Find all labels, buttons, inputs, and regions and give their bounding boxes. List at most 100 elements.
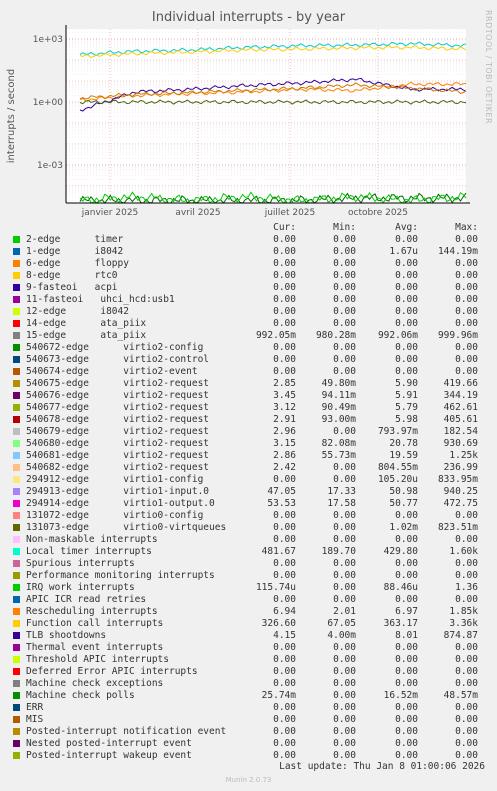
legend-swatch	[13, 236, 20, 243]
legend-value-cur: 0.00	[273, 558, 296, 569]
legend-header-cell: Max:	[455, 222, 478, 233]
legend-table: Cur: Min: Avg: Max: 2-edge timer 0.00 0.00 0.00…	[12, 222, 486, 762]
legend-series-name: Non-maskable interrupts	[26, 534, 158, 545]
legend-value-cur: 115.74u	[255, 582, 296, 593]
legend-series-name: 294912-edge virtio1-config	[26, 474, 204, 485]
x-tick-label: octobre 2025	[348, 208, 408, 218]
legend-value-cur: 3.45	[273, 390, 296, 401]
legend-series-name: ERR	[26, 702, 44, 713]
legend-value-cur: 0.00	[273, 738, 296, 749]
legend-series-name: 294913-edge virtio1-input.0	[26, 486, 210, 497]
legend-row: IRQ work interrupts 115.74u 0.00 88.46u 1.36	[12, 582, 486, 594]
legend-swatch	[13, 692, 20, 699]
legend-value-avg: 0.00	[395, 258, 418, 269]
chart-plot: 1e+03 1e+00 1e-03 janvier 2025 avril 2025 jui…	[6, 25, 470, 218]
munin-version: Munin 2.0.73	[225, 776, 272, 784]
legend-swatch	[13, 320, 20, 327]
legend-value-max: 0.00	[455, 666, 478, 677]
legend-row: ERR 0.00 0.00 0.00 0.00	[12, 702, 486, 714]
legend-value-max: 0.00	[455, 594, 478, 605]
legend-swatch	[13, 608, 20, 615]
legend-row: 2-edge timer 0.00 0.00 0.00 0.00	[12, 234, 486, 246]
legend-value-min: 55.73m	[321, 450, 356, 461]
legend-swatch	[13, 464, 20, 471]
y-axis-label: interrupts / second	[6, 69, 17, 163]
legend-value-cur: 0.00	[273, 354, 296, 365]
legend-value-min: 0.00	[333, 366, 356, 377]
legend-value-avg: 50.77	[389, 498, 418, 509]
legend-value-cur: 481.67	[261, 546, 296, 557]
legend-value-min: 0.00	[333, 354, 356, 365]
legend-value-min: 0.00	[333, 462, 356, 473]
legend-value-cur: 0.00	[273, 258, 296, 269]
legend-value-max: 0.00	[455, 726, 478, 737]
legend-value-cur: 0.00	[273, 654, 296, 665]
legend-value-avg: 804.55m	[377, 462, 418, 473]
legend-value-min: 0.00	[333, 714, 356, 725]
legend-value-max: 0.00	[455, 570, 478, 581]
legend-row: 11-fasteoi uhci_hcd:usb1 0.00 0.00 0.00 0.00	[12, 294, 486, 306]
legend-value-max: 0.00	[455, 318, 478, 329]
legend-row: Performance monitoring interrupts 0.00 0.0…	[12, 570, 486, 582]
legend-series-name: Function call interrupts	[26, 618, 164, 629]
legend-swatch	[13, 572, 20, 579]
legend-value-max: 0.00	[455, 510, 478, 521]
legend-series-name: Posted-interrupt notification event	[26, 726, 227, 737]
legend-swatch	[13, 488, 20, 495]
legend-swatch	[13, 476, 20, 483]
legend-value-min: 0.00	[333, 426, 356, 437]
legend-series-name: 540672-edge virtio2-config	[26, 342, 204, 353]
legend-value-avg: 0.00	[395, 558, 418, 569]
legend-value-avg: 0.00	[395, 642, 418, 653]
legend-row: Thermal event interrupts 0.00 0.00 0.00 0.00	[12, 642, 486, 654]
legend-series-name: Machine check exceptions	[26, 678, 164, 689]
legend-swatch	[13, 356, 20, 363]
legend-row: 131073-edge virtio0-virtqueues 0.00 0.00 1.…	[12, 522, 486, 534]
legend-swatch	[13, 632, 20, 639]
legend-series-name: Performance monitoring interrupts	[26, 570, 215, 581]
y-tick-label: 1e-03	[37, 161, 63, 171]
legend-value-min: 0.00	[333, 678, 356, 689]
legend-series-name: Machine check polls	[26, 690, 135, 701]
legend-swatch	[13, 620, 20, 627]
legend-value-avg: 429.80	[383, 546, 418, 557]
legend-swatch	[13, 260, 20, 267]
legend-value-min: 0.00	[333, 246, 356, 257]
legend-value-min: 0.00	[333, 474, 356, 485]
legend-value-max: 0.00	[455, 294, 478, 305]
legend-series-name: Thermal event interrupts	[26, 642, 164, 653]
legend-row: 12-edge i8042 0.00 0.00 0.00 0.00	[12, 306, 486, 318]
legend-value-cur: 0.00	[273, 318, 296, 329]
legend-row: MIS 0.00 0.00 0.00 0.00	[12, 714, 486, 726]
y-tick-label: 1e+03	[33, 35, 63, 45]
legend-value-max: 1.85k	[449, 606, 478, 617]
legend-value-cur: 0.00	[273, 510, 296, 521]
legend-value-min: 0.00	[333, 726, 356, 737]
legend-row: 6-edge floppy 0.00 0.00 0.00 0.00	[12, 258, 486, 270]
legend-value-min: 0.00	[333, 282, 356, 293]
legend-value-cur: 0.00	[273, 246, 296, 257]
legend-series-name: 9-fasteoi acpi	[26, 282, 118, 293]
legend-value-max: 0.00	[455, 354, 478, 365]
legend-swatch	[13, 668, 20, 675]
legend-swatch	[13, 716, 20, 723]
legend-value-min: 0.00	[333, 666, 356, 677]
legend-value-min: 0.00	[333, 510, 356, 521]
legend-row: Non-maskable interrupts 0.00 0.00 0.00 0.00	[12, 534, 486, 546]
legend-value-avg: 0.00	[395, 270, 418, 281]
legend-value-max: 0.00	[455, 654, 478, 665]
legend-row: 540674-edge virtio2-event 0.00 0.00 0.00 0.0…	[12, 366, 486, 378]
legend-value-max: 0.00	[455, 738, 478, 749]
legend-value-avg: 0.00	[395, 510, 418, 521]
legend-value-min: 0.00	[333, 342, 356, 353]
legend-value-min: 17.33	[327, 486, 356, 497]
legend-series-name: IRQ work interrupts	[26, 582, 135, 593]
legend-swatch	[13, 452, 20, 459]
legend-row: 15-edge ata_piix 992.05m 980.28m 992.06m 999…	[12, 330, 486, 342]
legend-row: Spurious interrupts 0.00 0.00 0.00 0.00	[12, 558, 486, 570]
legend-value-min: 0.00	[333, 534, 356, 545]
legend-value-cur: 0.00	[273, 702, 296, 713]
legend-value-avg: 88.46u	[383, 582, 418, 593]
legend-value-avg: 0.00	[395, 534, 418, 545]
legend-value-avg: 0.00	[395, 282, 418, 293]
